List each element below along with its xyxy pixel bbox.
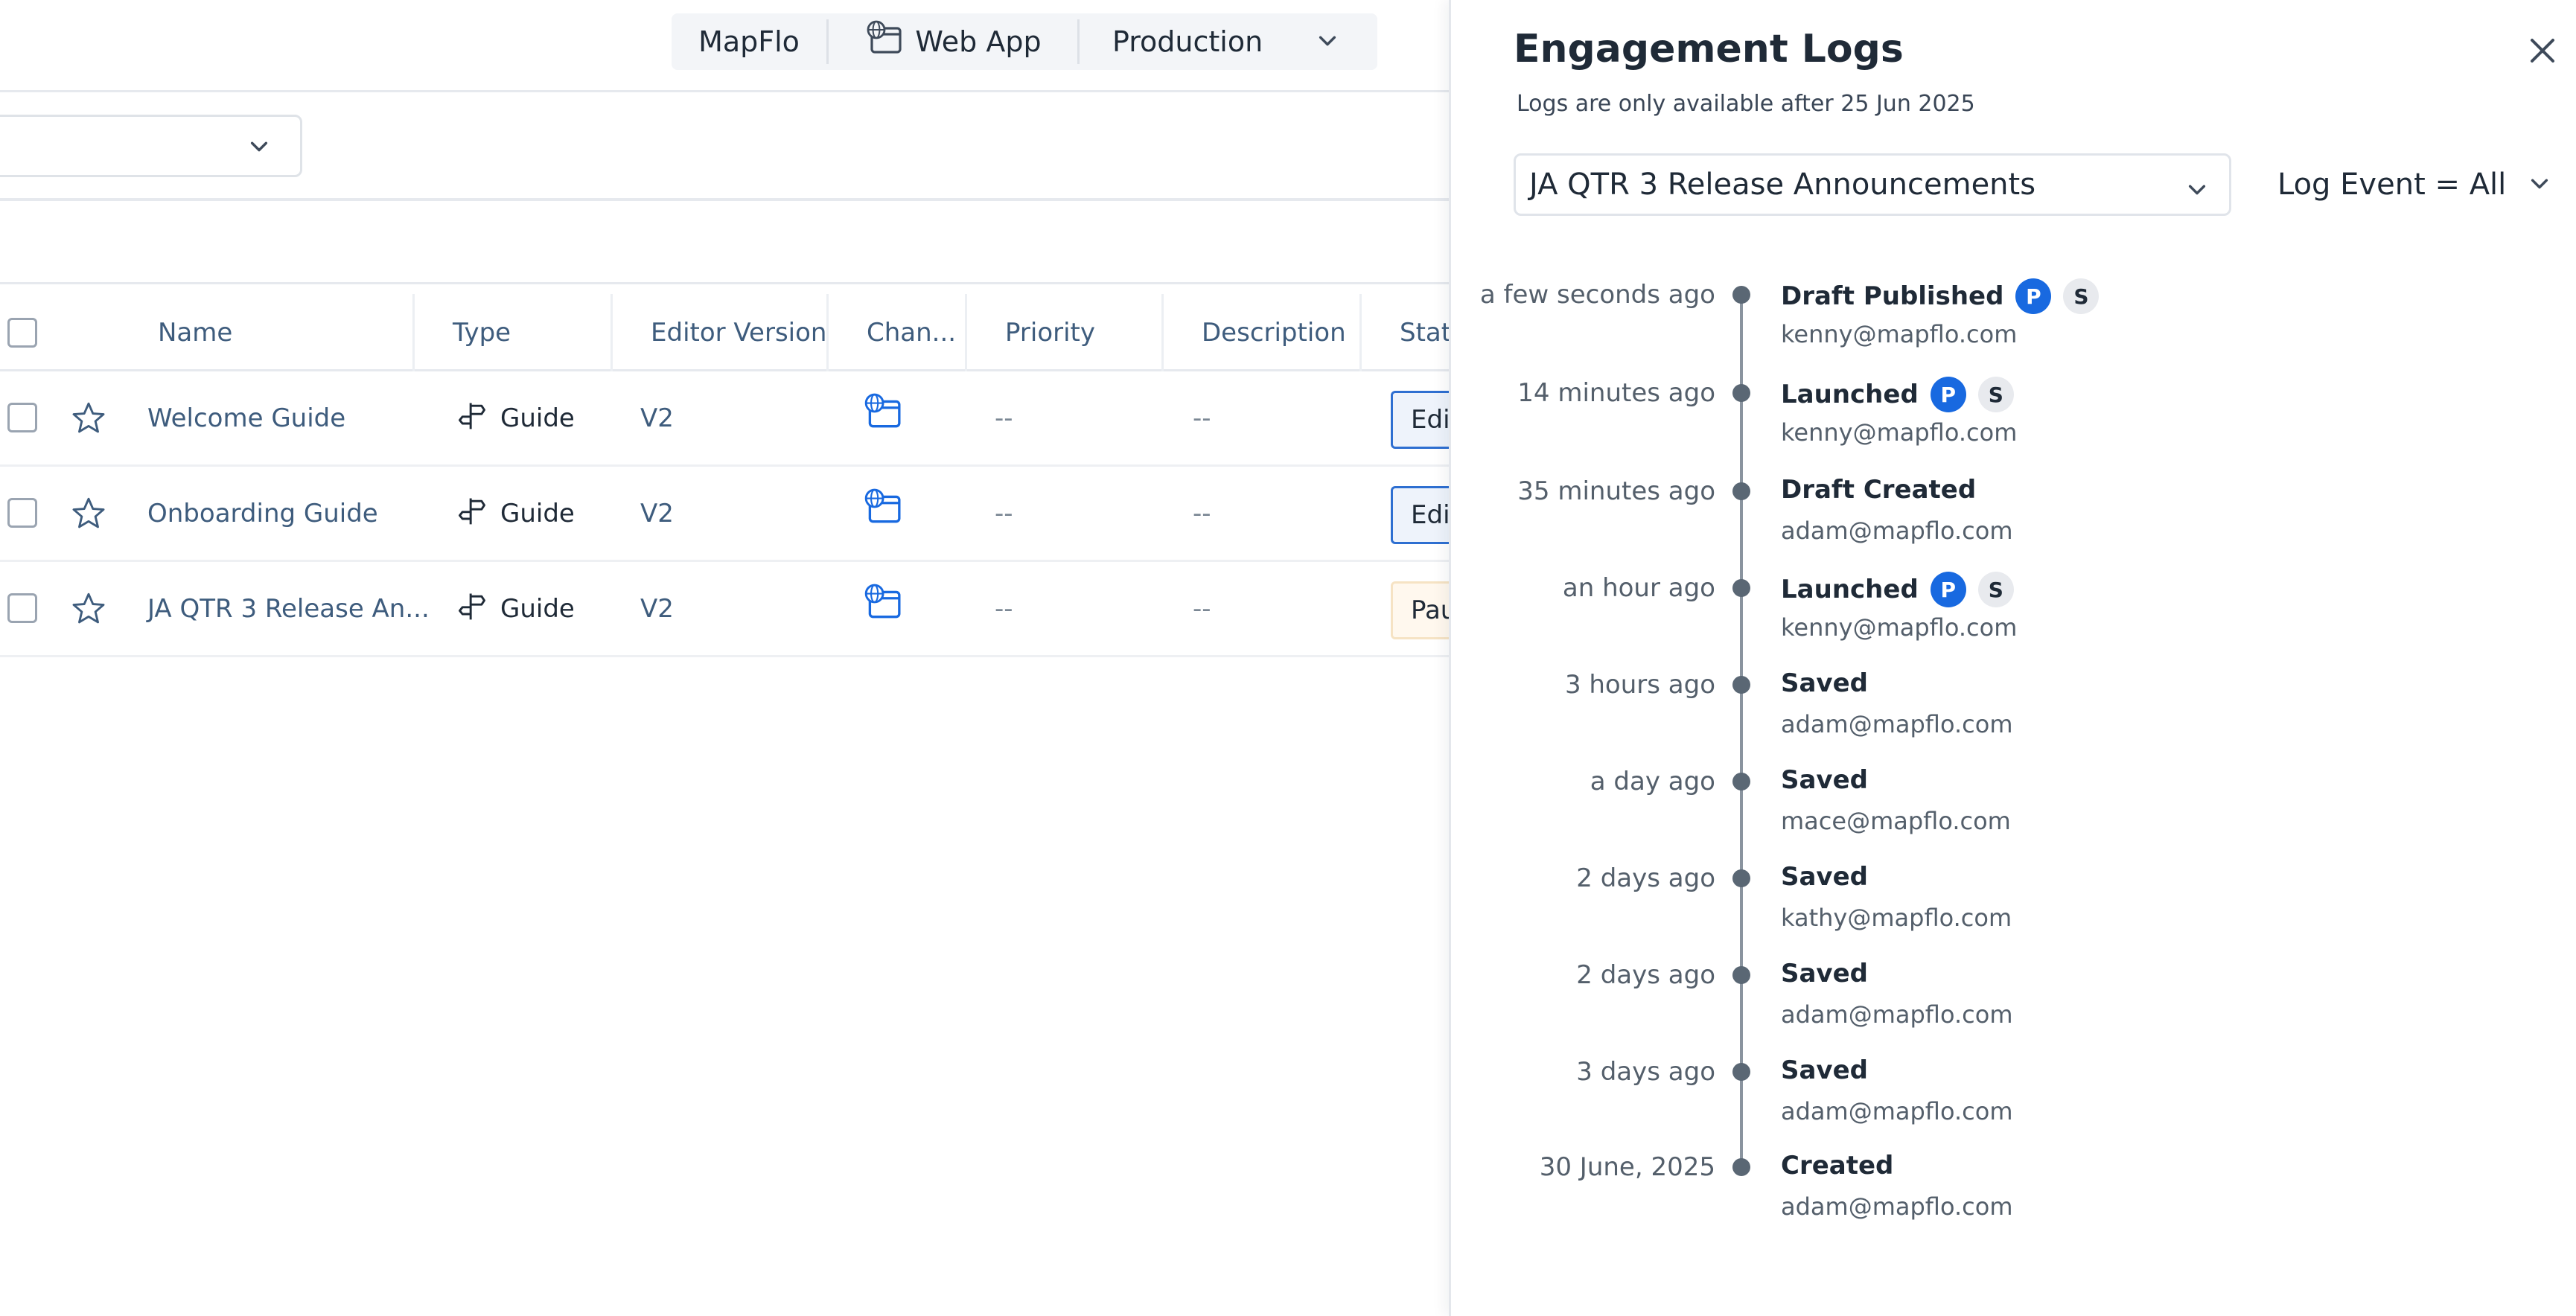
guide-select[interactable]: JA QTR 3 Release Announcements [1514, 153, 2231, 216]
log-event: Draft Published P S [1781, 278, 2100, 314]
close-icon[interactable] [2525, 33, 2560, 68]
chevron-down-icon [2528, 167, 2551, 202]
log-event-label: Launched [1781, 575, 1919, 604]
production-badge: P [1930, 572, 1966, 607]
log-event-label: Saved [1781, 668, 1868, 698]
app-selector[interactable]: MapFlo [672, 13, 826, 70]
timeline-dot [1732, 1158, 1750, 1176]
platform-label: Web App [915, 25, 1042, 58]
staging-badge: S [1977, 572, 2014, 607]
production-badge: P [2015, 278, 2052, 314]
timeline-dot [1732, 676, 1750, 694]
chevron-down-icon [1316, 25, 1339, 58]
log-user: adam@mapflo.com [1781, 1000, 2013, 1029]
staging-badge: S [2063, 278, 2100, 314]
log-user: adam@mapflo.com [1781, 1097, 2013, 1125]
log-event-label: Saved [1781, 1055, 1868, 1085]
timeline-dot [1732, 286, 1750, 304]
toolbar [0, 201, 1449, 284]
log-entry: 3 hours ago Saved adam@mapflo.com [0, 668, 2576, 752]
log-time: 2 days ago [1576, 863, 1715, 893]
log-event-label: Draft Created [1781, 475, 1977, 505]
log-entry: 2 days ago Saved adam@mapflo.com [0, 959, 2576, 1042]
log-user: adam@mapflo.com [1781, 1192, 2013, 1221]
log-time: 3 days ago [1576, 1057, 1715, 1087]
log-event: Saved [1781, 862, 1868, 892]
staging-badge: S [1977, 377, 2014, 412]
log-event: Saved [1781, 668, 1868, 698]
log-event: Saved [1781, 959, 1868, 988]
environment-selector[interactable]: Production [1080, 13, 1377, 70]
log-user: adam@mapflo.com [1781, 517, 2013, 545]
filter-dropdown[interactable] [0, 115, 302, 177]
timeline-dot [1732, 579, 1750, 597]
timeline-dot [1732, 482, 1750, 500]
log-event-label: Created [1781, 1151, 1894, 1181]
log-time: 2 days ago [1576, 960, 1715, 990]
log-entry: 35 minutes ago Draft Created adam@mapflo… [0, 475, 2576, 558]
app-name: MapFlo [698, 25, 800, 58]
timeline-dot [1732, 1063, 1750, 1081]
log-event-label: Saved [1781, 959, 1868, 988]
log-event: Launched P S [1781, 572, 2014, 607]
log-time: 3 hours ago [1564, 670, 1715, 700]
log-user: mace@mapflo.com [1781, 807, 2011, 835]
log-event-label: Saved [1781, 765, 1868, 795]
log-user: kenny@mapflo.com [1781, 320, 2018, 348]
log-time: 35 minutes ago [1517, 476, 1715, 506]
log-entry: a few seconds ago Draft Published P S ke… [0, 278, 2576, 362]
log-entry: an hour ago Launched P S kenny@mapflo.co… [0, 572, 2576, 655]
timeline-dot [1732, 966, 1750, 984]
log-event: Saved [1781, 1055, 1868, 1085]
log-time: 14 minutes ago [1517, 378, 1715, 408]
log-event-filter[interactable]: Log Event = All [2277, 153, 2551, 216]
drawer-subtitle: Logs are only available after 25 Jun 202… [1517, 91, 1975, 117]
log-time: 30 June, 2025 [1539, 1152, 1715, 1182]
log-event-label: Launched [1781, 380, 1919, 409]
log-event: Saved [1781, 765, 1868, 795]
timeline-dot [1732, 869, 1750, 887]
log-entry: a day ago Saved mace@mapflo.com [0, 765, 2576, 849]
platform-selector[interactable]: Web App [829, 13, 1077, 70]
production-badge: P [1930, 377, 1966, 412]
log-entry: 3 days ago Saved adam@mapflo.com [0, 1055, 2576, 1139]
log-event: Launched P S [1781, 377, 2014, 412]
log-entry: 14 minutes ago Launched P S kenny@mapflo… [0, 377, 2576, 460]
log-entry: 30 June, 2025 Created adam@mapflo.com [0, 1151, 2576, 1234]
log-event: Created [1781, 1151, 1893, 1181]
log-event-label: Draft Published [1781, 281, 2004, 311]
environment-label: Production [1112, 25, 1263, 58]
log-entry: 2 days ago Saved kathy@mapflo.com [0, 862, 2576, 945]
log-user: kenny@mapflo.com [1781, 418, 2018, 447]
log-user: adam@mapflo.com [1781, 710, 2013, 738]
timeline-dot [1732, 773, 1750, 790]
guide-select-value: JA QTR 3 Release Announcements [1529, 167, 2036, 202]
log-user: kathy@mapflo.com [1781, 904, 2012, 932]
log-event-filter-label: Log Event = All [2277, 167, 2507, 202]
timeline-dot [1732, 384, 1750, 402]
log-time: a day ago [1590, 767, 1715, 796]
log-time: a few seconds ago [1479, 280, 1715, 310]
top-bar: MapFlo Web App Production [0, 0, 1449, 92]
web-app-icon [864, 19, 903, 65]
drawer-title: Engagement Logs [1514, 27, 1904, 71]
app-switcher: MapFlo Web App Production [672, 13, 1377, 70]
chevron-down-icon [248, 135, 270, 160]
log-time: an hour ago [1562, 573, 1715, 603]
log-user: kenny@mapflo.com [1781, 613, 2018, 642]
chevron-down-icon [2186, 173, 2208, 208]
log-event: Draft Created [1781, 475, 1976, 505]
log-event-label: Saved [1781, 862, 1868, 892]
